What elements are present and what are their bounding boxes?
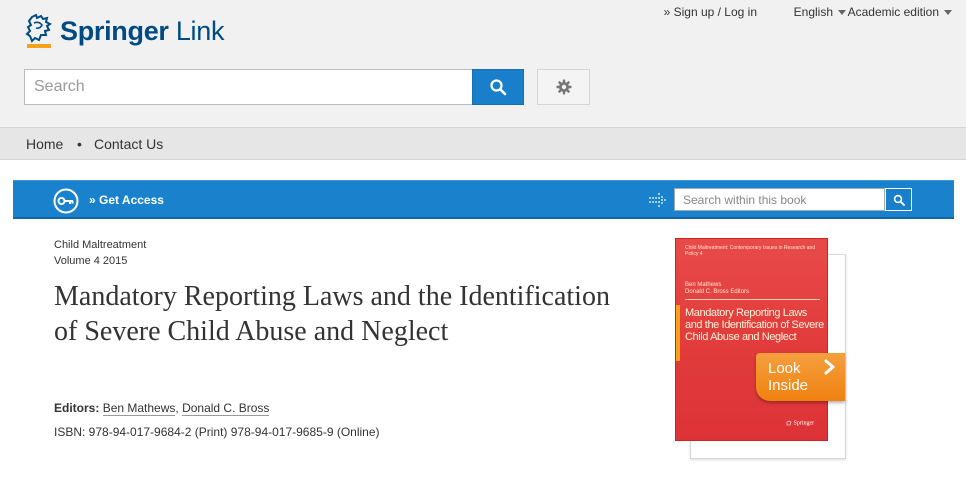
key-icon[interactable] [53, 188, 79, 214]
book-title: Mandatory Reporting Laws and the Identif… [54, 281, 610, 347]
book-volume: Volume 4 2015 [54, 255, 128, 267]
get-access-link[interactable]: » Get Access [89, 193, 164, 207]
language-label: English [793, 5, 833, 19]
cover-publisher: Springer [786, 420, 814, 426]
springer-horse-icon [786, 420, 792, 426]
search-within-book-button[interactable] [885, 188, 912, 211]
cover-divider [685, 299, 820, 300]
cover-authors: Ben Mathews Donald C. Bross Editors [685, 282, 750, 295]
springer-link-logo[interactable]: Springer Link [24, 13, 224, 49]
cover-accent-stripe [676, 305, 680, 361]
springer-horse-icon [25, 13, 52, 48]
search-input[interactable] [24, 69, 473, 105]
signup-login-link[interactable]: » Sign up / Log in [664, 5, 757, 19]
dotted-arrow-icon [649, 193, 666, 207]
editors-label: Editors: [54, 401, 100, 415]
search-within-book-input[interactable] [674, 188, 885, 211]
search-button[interactable] [472, 69, 524, 105]
site-header: Springer Link » Sign up / Log in English… [0, 0, 966, 127]
gear-icon [556, 79, 571, 95]
chevron-down-icon [838, 10, 846, 16]
cover-title: Mandatory Reporting Laws and the Identif… [685, 307, 824, 343]
chevron-right-icon [824, 359, 835, 375]
book-isbn: ISBN: 978-94-017-9684-2 (Print) 978-94-0… [54, 425, 380, 439]
brand-name: Springer Link [60, 15, 225, 46]
look-inside-label: Look Inside [768, 360, 809, 394]
search-options-button[interactable] [537, 69, 590, 105]
search-icon [893, 194, 905, 206]
edition-selector[interactable]: Academic edition [848, 5, 952, 19]
editor-link[interactable]: Ben Mathews [102, 401, 176, 416]
nav-contact-link[interactable]: Contact Us [94, 136, 163, 152]
get-access-bar: » Get Access [13, 180, 954, 219]
cover-series-text: Child Maltreatment: Contemporary Issues … [685, 245, 816, 257]
editor-link[interactable]: Donald C. Bross [182, 401, 270, 416]
language-selector[interactable]: English [794, 5, 846, 19]
main-nav: Home • Contact Us [0, 127, 966, 160]
book-editors: Editors: Ben Mathews, Donald C. Bross [54, 401, 270, 416]
book-cover-image[interactable]: Child Maltreatment: Contemporary Issues … [675, 238, 828, 441]
book-series-link[interactable]: Child Maltreatment [54, 239, 146, 251]
chevron-down-icon [944, 10, 952, 16]
look-inside-button[interactable]: Look Inside [756, 353, 845, 401]
edition-label: Academic edition [847, 5, 939, 19]
nav-home-link[interactable]: Home [26, 136, 63, 152]
nav-separator: • [77, 136, 82, 152]
search-icon [490, 79, 507, 96]
